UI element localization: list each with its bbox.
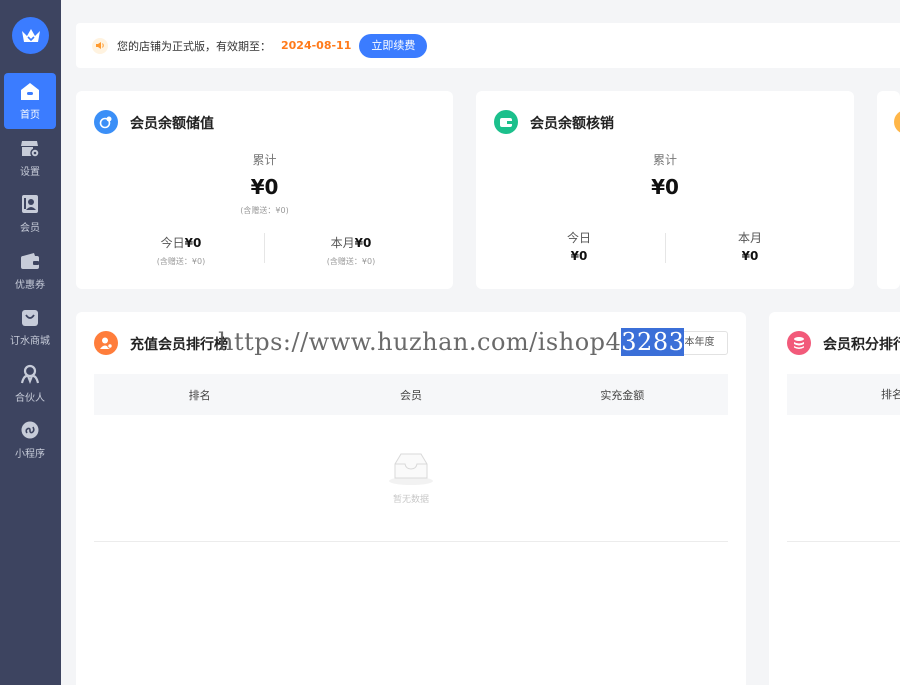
empty-inbox-icon: [389, 453, 433, 485]
table-bottom-divider: [787, 541, 900, 542]
column-member: 会员: [399, 388, 422, 402]
wallet-icon: [494, 110, 518, 134]
column-divider: [665, 233, 666, 263]
sidebar-item-label: 订水商城: [10, 336, 50, 347]
points-rank-panel: 会员积分排行 排名: [769, 312, 900, 685]
today-value: ¥0: [184, 236, 202, 250]
month-label: 本月: [330, 236, 355, 250]
card-title: 充值会员排行榜: [130, 337, 228, 353]
sidebar-item-member[interactable]: 会员: [4, 186, 56, 242]
renew-button[interactable]: 立即续费: [359, 33, 428, 58]
speaker-icon: [92, 37, 108, 54]
empty-text: 暂无数据: [392, 495, 429, 505]
sidebar-item-label: 会员: [20, 223, 40, 234]
today-label: 今日: [160, 236, 185, 250]
stored-value-icon: [94, 110, 118, 134]
expire-date: 2024-08-11: [281, 39, 352, 52]
sidebar-item-label: 首页: [20, 110, 40, 121]
table-header: 排名 会员 实充金额: [94, 374, 728, 415]
card-title: 会员余额核销: [530, 116, 614, 132]
stored-value-card: 会员余额储值 累计 ¥0 (含赠送：¥0) 今日¥0 (含赠送：¥0) 本月¥0…: [76, 91, 453, 289]
today-gift-note: (含赠送：¥0): [156, 257, 206, 266]
notice-text: 您的店铺为正式版，有效期至：: [117, 39, 271, 53]
mini-program-icon: [20, 420, 40, 440]
coupon-wallet-icon: [20, 251, 40, 271]
sidebar-item-water-mall[interactable]: 订水商城: [4, 299, 56, 355]
sidebar-item-home[interactable]: 首页: [4, 73, 56, 129]
today-stat: 今日¥0 (含赠送：¥0): [136, 232, 226, 267]
cumulative-label: 累计: [652, 153, 677, 167]
third-stat-card: [877, 91, 900, 289]
month-gift-note: (含赠送：¥0): [326, 257, 376, 266]
subscription-notice-bar: 您的店铺为正式版，有效期至： 2024-08-11 立即续费: [76, 23, 900, 68]
sidebar-item-label: 设置: [20, 167, 40, 178]
sidebar-item-settings[interactable]: 设置: [4, 130, 56, 186]
month-stat: 本月 ¥0: [705, 229, 795, 263]
today-stat: 今日 ¥0: [534, 229, 624, 263]
home-icon: [20, 81, 40, 101]
member-card-icon: [20, 194, 40, 214]
sidebar-item-coupon[interactable]: 优惠券: [4, 243, 56, 299]
month-value: ¥0: [741, 249, 759, 263]
month-value: ¥0: [354, 236, 372, 250]
sidebar-item-mini-program[interactable]: 小程序: [4, 412, 56, 468]
cumulative-value: ¥0: [250, 175, 279, 199]
store-settings-icon: [20, 138, 40, 158]
partner-icon: [20, 364, 40, 384]
shopping-bag-icon: [20, 307, 40, 327]
sidebar-item-label: 小程序: [15, 449, 45, 460]
points-stack-icon: [787, 331, 811, 355]
empty-state: 暂无数据: [76, 450, 746, 505]
table-header: 排名: [787, 374, 900, 415]
crown-logo-icon[interactable]: [12, 17, 49, 54]
sidebar-item-partner[interactable]: 合伙人: [4, 356, 56, 412]
card-title: 会员余额储值: [130, 116, 214, 132]
member-rank-icon: [94, 331, 118, 355]
month-label: 本月: [737, 231, 762, 245]
cumulative-gift-note: (含赠送：¥0): [240, 206, 289, 215]
sidebar-item-label: 优惠券: [15, 280, 45, 291]
column-recharge-amount: 实充金额: [600, 388, 645, 402]
cumulative-label: 累计: [252, 153, 277, 167]
recharge-rank-panel: 充值会员排行榜 本年度 排名 会员 实充金额 暂无数据: [76, 312, 746, 685]
stat-icon: [894, 110, 900, 134]
column-rank: 排名: [188, 388, 211, 402]
cumulative-value: ¥0: [651, 175, 679, 199]
column-rank: 排名: [881, 388, 900, 401]
today-value: ¥0: [570, 249, 588, 263]
card-title: 会员积分排行: [823, 337, 900, 353]
year-filter-button[interactable]: 本年度: [671, 331, 728, 355]
write-off-card: 会员余额核销 累计 ¥0 今日 ¥0 本月 ¥0: [476, 91, 854, 289]
sidebar-item-label: 合伙人: [15, 393, 45, 404]
column-divider: [264, 233, 265, 263]
table-bottom-divider: [94, 541, 728, 542]
today-label: 今日: [566, 231, 591, 245]
month-stat: 本月¥0 (含赠送：¥0): [306, 232, 396, 267]
sidebar: 首页 设置 会员 优惠券 订水商城 合伙人 小程序: [0, 0, 61, 685]
